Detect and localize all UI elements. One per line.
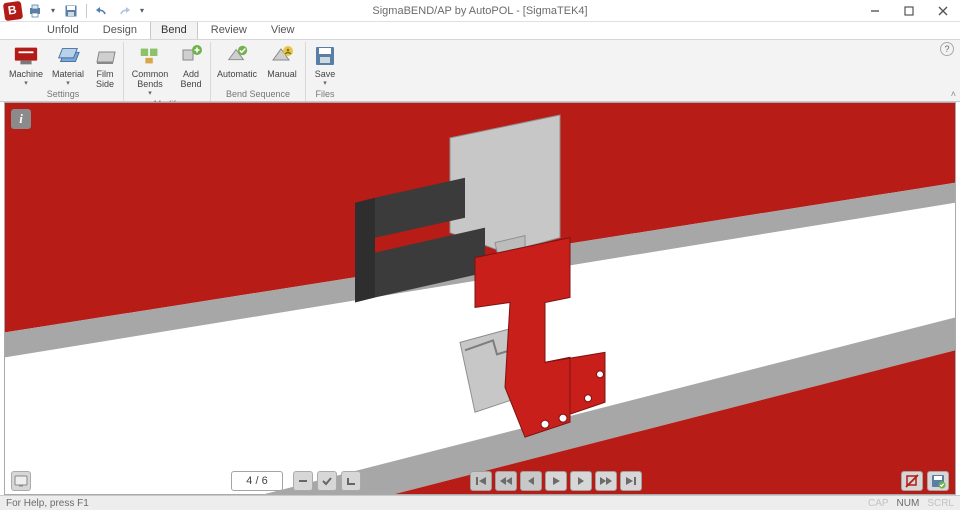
status-num: NUM: [897, 498, 920, 509]
tab-design[interactable]: Design: [92, 21, 148, 39]
machine-button[interactable]: Machine ▾: [5, 42, 47, 89]
add-bend-button[interactable]: Add Bend: [174, 42, 208, 99]
qat-dropdown-button[interactable]: ▾: [48, 2, 58, 20]
angle-step-button[interactable]: [341, 471, 361, 491]
display-mode-button[interactable]: [11, 471, 31, 491]
film-side-icon: [92, 44, 118, 68]
tab-bend[interactable]: Bend: [150, 21, 198, 39]
qat-print-button[interactable]: [26, 2, 44, 20]
window-title: SigmaBEND/AP by AutoPOL - [SigmaTEK4]: [372, 5, 587, 17]
nav-prev-button[interactable]: [520, 471, 542, 491]
nav-cluster: [470, 471, 642, 491]
film-side-button[interactable]: Film Side: [89, 42, 121, 89]
statusbar: For Help, press F1 CAP NUM SCRL: [0, 495, 960, 510]
ribbon-group-settings: Machine ▾ Material ▾ Film Side Settings: [3, 42, 124, 101]
dropdown-icon: ▾: [323, 79, 327, 89]
dropdown-icon: ▾: [148, 89, 152, 99]
dropdown-icon: ▾: [24, 79, 28, 89]
tab-review[interactable]: Review: [200, 21, 258, 39]
common-bends-icon: [137, 44, 163, 68]
viewport-toolbar: 4 / 6: [5, 468, 955, 494]
ribbon: Machine ▾ Material ▾ Film Side Settings: [0, 40, 960, 102]
machine-icon: [13, 44, 39, 68]
maximize-button[interactable]: [892, 0, 926, 22]
ribbon-group-files: Save ▾ Files: [306, 42, 344, 101]
common-bends-button[interactable]: Common Bends ▾: [126, 42, 174, 99]
material-icon: [55, 44, 81, 68]
qat-customize-button[interactable]: ▾: [137, 2, 147, 20]
add-bend-icon: [178, 44, 204, 68]
group-label-settings: Settings: [5, 89, 121, 101]
nav-fast-forward-button[interactable]: [595, 471, 617, 491]
machine-label: Machine: [9, 69, 43, 79]
status-scrl: SCRL: [927, 498, 954, 509]
save-button[interactable]: Save ▾: [308, 42, 342, 89]
save-label: Save: [315, 69, 336, 79]
collision-toggle-button[interactable]: [901, 471, 923, 491]
tab-view[interactable]: View: [260, 21, 306, 39]
nav-fast-back-button[interactable]: [495, 471, 517, 491]
ribbon-group-modify: Common Bends ▾ Add Bend Modify: [124, 42, 211, 101]
ribbon-group-bend-sequence: Automatic Manual Bend Sequence: [211, 42, 306, 101]
nav-play-button[interactable]: [545, 471, 567, 491]
group-label-bend-sequence: Bend Sequence: [213, 89, 303, 101]
material-label: Material: [52, 69, 84, 79]
film-side-label: Film Side: [89, 69, 121, 89]
manual-button[interactable]: Manual: [261, 42, 303, 89]
material-button[interactable]: Material ▾: [47, 42, 89, 89]
ribbon-tabs: Unfold Design Bend Review View: [0, 22, 960, 40]
manual-label: Manual: [267, 69, 297, 79]
viewport-3d[interactable]: i 4 / 6: [4, 102, 956, 495]
automatic-button[interactable]: Automatic: [213, 42, 261, 89]
qat-redo-button[interactable]: [115, 2, 133, 20]
remove-step-button[interactable]: [293, 471, 313, 491]
bend-step-counter: 4 / 6: [231, 471, 283, 491]
info-button[interactable]: i: [11, 109, 31, 129]
scene-3d: [5, 103, 955, 494]
app-logo-icon: [3, 0, 23, 20]
automatic-icon: [224, 44, 250, 68]
dropdown-icon: ▾: [66, 79, 70, 89]
common-bends-label: Common Bends: [126, 69, 174, 89]
nav-first-button[interactable]: [470, 471, 492, 491]
nav-next-button[interactable]: [570, 471, 592, 491]
save-icon: [312, 44, 338, 68]
titlebar: ▾ ▾ SigmaBEND/AP by AutoPOL - [SigmaTEK4…: [0, 0, 960, 22]
automatic-label: Automatic: [217, 69, 257, 79]
qat-undo-button[interactable]: [93, 2, 111, 20]
nav-last-button[interactable]: [620, 471, 642, 491]
confirm-step-button[interactable]: [317, 471, 337, 491]
save-view-button[interactable]: [927, 471, 949, 491]
qat-save-button[interactable]: [62, 2, 80, 20]
manual-icon: [269, 44, 295, 68]
status-cap: CAP: [868, 498, 889, 509]
tab-unfold[interactable]: Unfold: [36, 21, 90, 39]
backgauge-side: [355, 198, 375, 303]
add-bend-label: Add Bend: [174, 69, 208, 89]
status-help-text: For Help, press F1: [6, 498, 89, 509]
qat-separator: [86, 4, 87, 18]
group-label-files: Files: [308, 89, 342, 101]
close-button[interactable]: [926, 0, 960, 22]
help-button[interactable]: ?: [940, 42, 954, 56]
minimize-button[interactable]: [858, 0, 892, 22]
ribbon-collapse-button[interactable]: ˄: [951, 89, 956, 99]
